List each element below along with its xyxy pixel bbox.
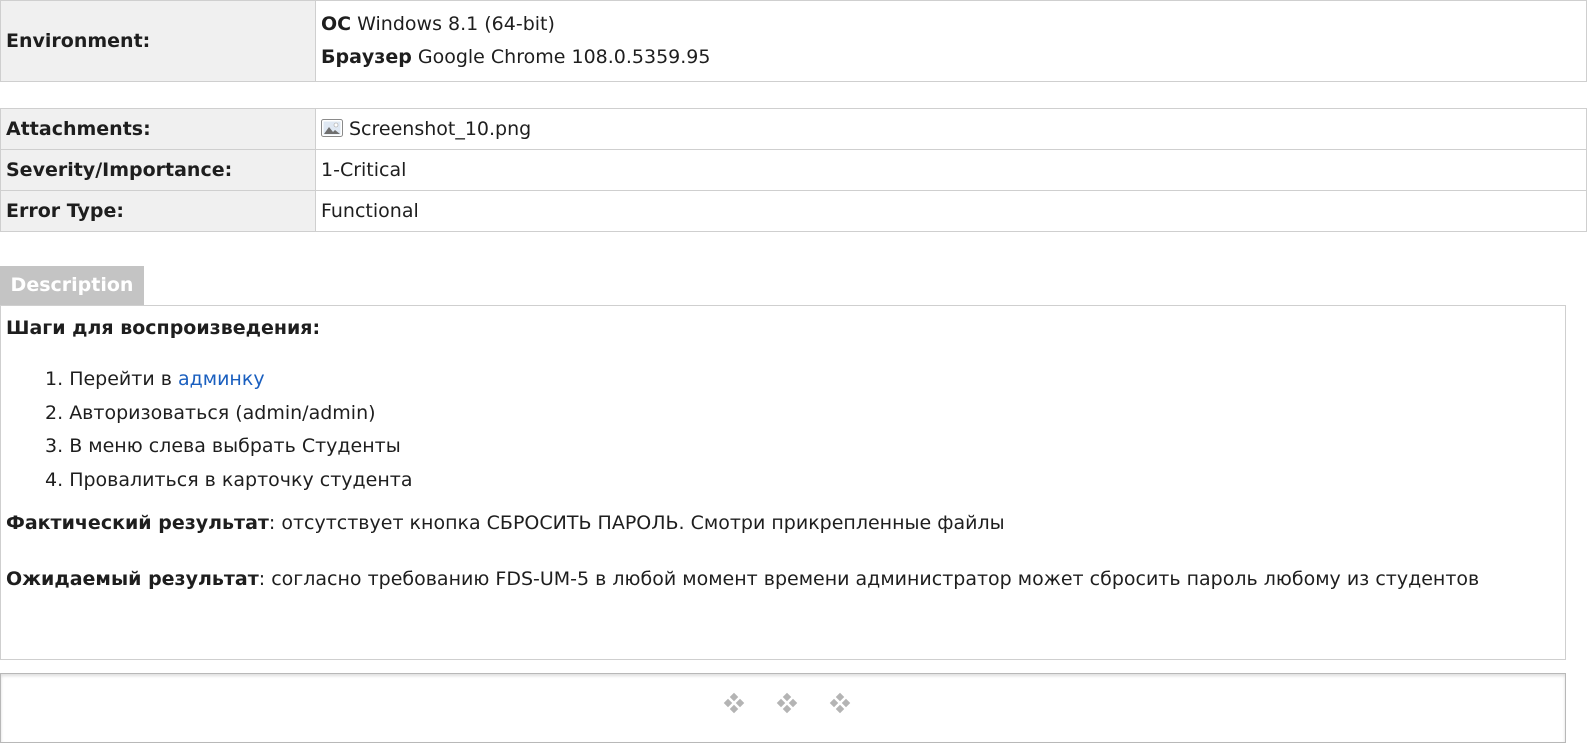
step-item: 1. Перейти в админку	[45, 363, 413, 397]
environment-row: Environment: ОС Windows 8.1 (64-bit) Бра…	[0, 0, 1587, 82]
severity-label: Severity/Importance:	[0, 149, 316, 191]
step-text: Провалиться в карточку студента	[69, 468, 413, 491]
step-item: 2. Авторизоваться (admin/admin)	[45, 397, 413, 431]
step-number: 2.	[45, 401, 64, 424]
error-type-value: Functional	[315, 190, 1587, 232]
step-item: 4. Провалиться в карточку студента	[45, 464, 413, 498]
os-value: Windows 8.1 (64-bit)	[357, 13, 555, 35]
expected-result: Ожидаемый результат: согласно требованию…	[6, 562, 1486, 596]
tab-description[interactable]: Description	[0, 266, 144, 305]
diamond-ornament-icon	[776, 692, 798, 714]
diamond-ornament-icon	[723, 692, 745, 714]
browser-line: Браузер Google Chrome 108.0.5359.95	[321, 41, 1581, 74]
step-number: 4.	[45, 468, 64, 491]
attachments-row: Attachments: Screenshot_10.png	[0, 108, 1587, 150]
details-table: Attachments: Screenshot_10.png Severity/…	[0, 108, 1587, 232]
browser-value: Google Chrome 108.0.5359.95	[417, 46, 711, 68]
step-text: В меню слева выбрать Студенты	[69, 435, 401, 457]
step-number: 3.	[45, 435, 64, 457]
actual-result-label: Фактический результат	[6, 512, 269, 534]
environment-table: Environment: ОС Windows 8.1 (64-bit) Бра…	[0, 0, 1587, 82]
browser-label: Браузер	[321, 46, 412, 68]
actual-result: Фактический результат: отсутствует кнопк…	[6, 512, 1005, 534]
error-type-label: Error Type:	[0, 190, 316, 232]
severity-row: Severity/Importance: 1-Critical	[0, 149, 1587, 191]
environment-value: ОС Windows 8.1 (64-bit) Браузер Google C…	[315, 0, 1587, 82]
diamond-ornament-icon	[829, 692, 851, 714]
ornament-divider	[723, 692, 876, 719]
comments-panel	[0, 673, 1566, 743]
steps-title: Шаги для воспроизведения:	[6, 317, 321, 339]
error-type-row: Error Type: Functional	[0, 190, 1587, 232]
step-text: Перейти в	[69, 368, 178, 390]
severity-value: 1-Critical	[315, 149, 1587, 191]
step-text: Авторизоваться (admin/admin)	[69, 401, 376, 424]
expected-result-label: Ожидаемый результат	[6, 568, 259, 590]
description-panel: Шаги для воспроизведения: 1. Перейти в а…	[0, 305, 1566, 660]
image-icon	[321, 119, 343, 137]
attachment-file-link[interactable]: Screenshot_10.png	[349, 118, 531, 140]
os-label: ОС	[321, 13, 352, 35]
step-item: 3. В меню слева выбрать Студенты	[45, 430, 413, 464]
os-line: ОС Windows 8.1 (64-bit)	[321, 8, 1581, 41]
attachments-label: Attachments:	[0, 108, 316, 150]
attachments-value: Screenshot_10.png	[315, 108, 1587, 150]
actual-result-text: : отсутствует кнопка СБРОСИТЬ ПАРОЛЬ. См…	[268, 512, 1005, 534]
expected-result-text: : согласно требованию FDS-UM-5 в любой м…	[258, 568, 1480, 590]
step-number: 1.	[45, 368, 64, 390]
admin-link[interactable]: админку	[178, 368, 265, 390]
environment-label: Environment:	[0, 0, 316, 82]
steps-list: 1. Перейти в админку 2. Авторизоваться (…	[45, 363, 413, 497]
